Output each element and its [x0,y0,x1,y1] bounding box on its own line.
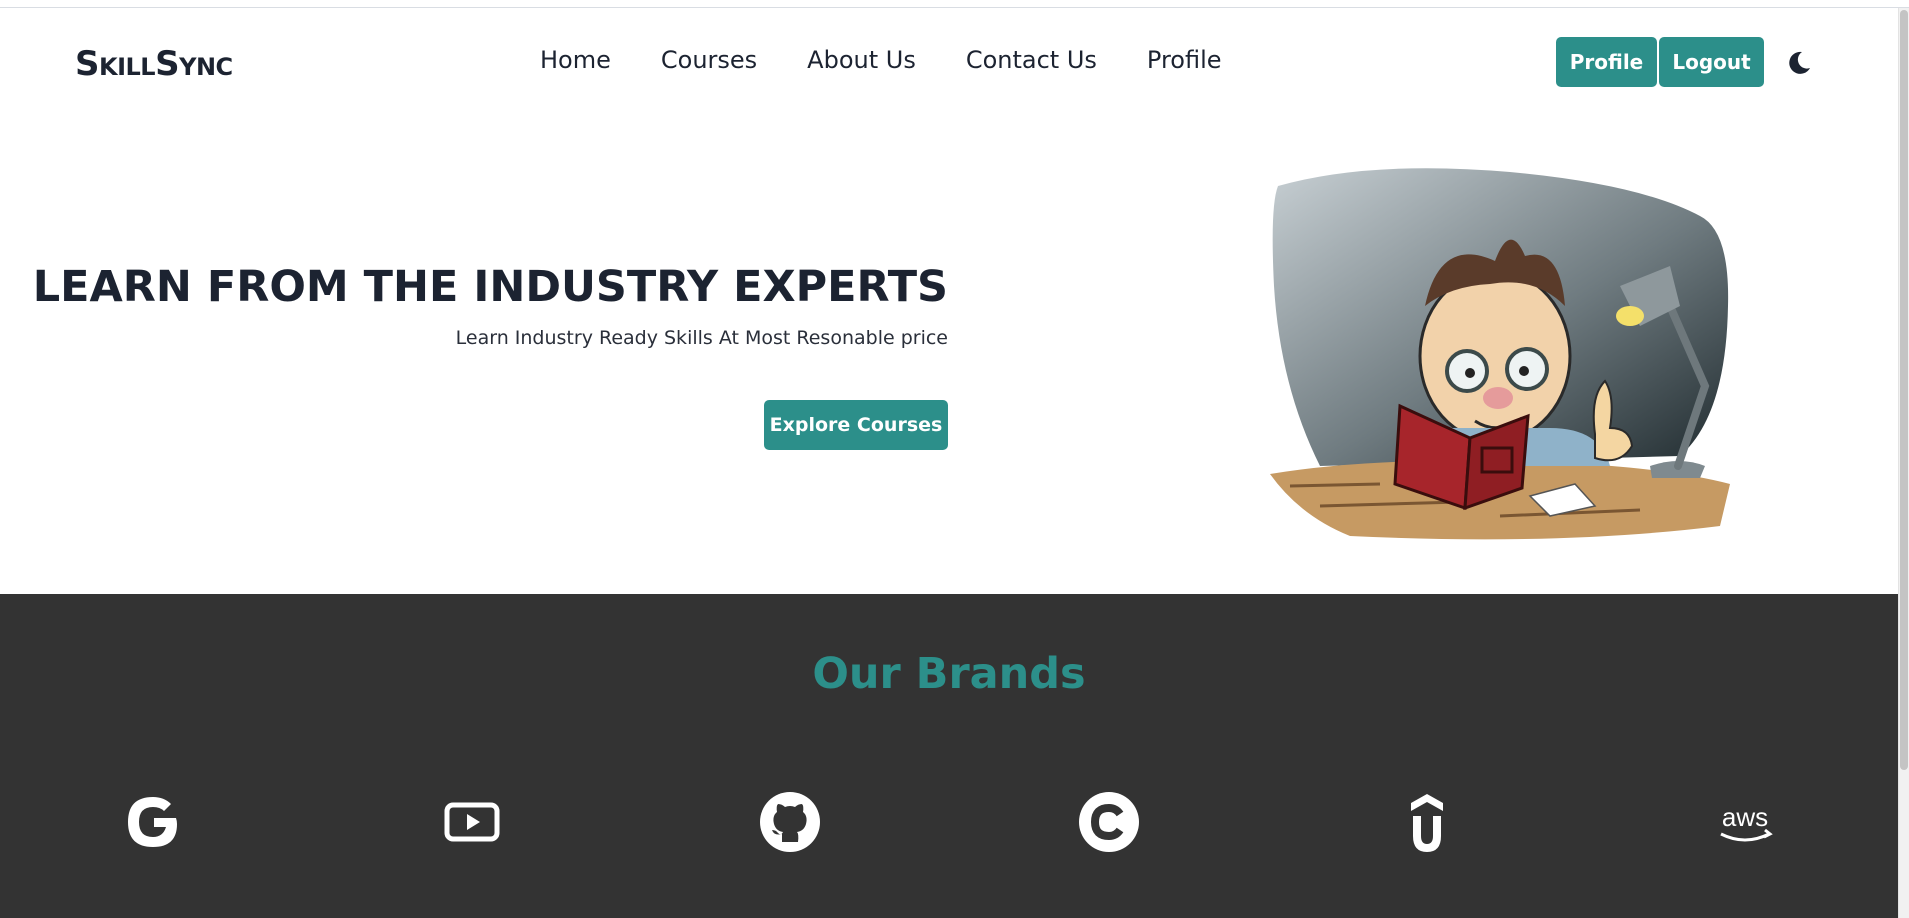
brands-title: Our Brands [812,649,1086,699]
nav-link-profile[interactable]: Profile [1147,46,1222,74]
browser-top-border [0,0,1909,8]
scrollbar-thumb[interactable] [1900,10,1908,770]
brand-logo[interactable]: SkillSync [75,44,233,84]
github-icon[interactable] [758,790,822,854]
udemy-icon[interactable] [1395,790,1459,854]
coursera-icon[interactable] [1077,790,1141,854]
professor-reading-illustration [1270,168,1730,540]
hero-section: LEARN FROM THE INDUSTRY EXPERTS Learn In… [0,116,1898,594]
nav-link-home[interactable]: Home [540,46,611,74]
vertical-scrollbar[interactable] [1898,8,1909,918]
moon-icon[interactable] [1785,49,1813,77]
nav-link-about-us[interactable]: About Us [807,46,916,74]
google-icon[interactable] [121,790,185,854]
hero-title: LEARN FROM THE INDUSTRY EXPERTS [32,262,948,312]
youtube-icon[interactable] [440,790,504,854]
explore-courses-button[interactable]: Explore Courses [764,400,948,450]
svg-text:aws: aws [1722,802,1768,832]
brands-section: Our Brands aws [0,594,1898,918]
nav-link-contact-us[interactable]: Contact Us [966,46,1097,74]
navbar: SkillSync Home Courses About Us Contact … [0,8,1898,116]
profile-button[interactable]: Profile [1556,37,1657,87]
logout-button[interactable]: Logout [1659,37,1764,87]
nav-link-courses[interactable]: Courses [661,46,757,74]
hero-subtitle: Learn Industry Ready Skills At Most Reso… [455,327,948,349]
nav-links: Home Courses About Us Contact Us Profile [540,46,1222,74]
aws-icon[interactable]: aws [1713,790,1777,854]
